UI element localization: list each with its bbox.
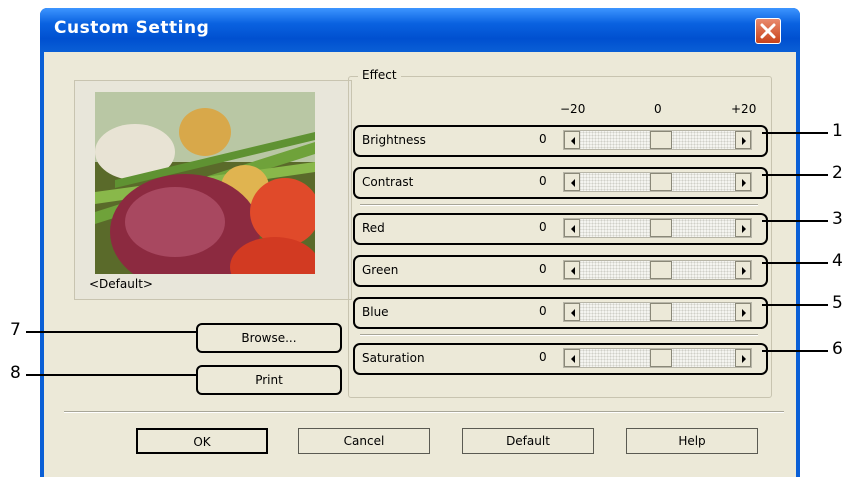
slider-thumb[interactable] (650, 219, 672, 237)
callout-6: 6 (832, 339, 843, 359)
arrow-left-icon (571, 225, 575, 233)
scale-max-label: +20 (731, 102, 757, 116)
callout-line-8 (26, 374, 196, 376)
slider-thumb[interactable] (650, 173, 672, 191)
slider-label: Saturation (362, 351, 425, 365)
help-button[interactable]: Help (626, 428, 758, 454)
slider-label: Blue (362, 305, 389, 319)
green-row: Green 0 (353, 255, 768, 287)
green-slider[interactable] (563, 260, 752, 280)
slider-value: 0 (539, 174, 547, 188)
slider-value: 0 (539, 132, 547, 146)
separator (360, 204, 758, 206)
callout-line-6 (762, 350, 828, 352)
arrow-left-icon (571, 137, 575, 145)
contrast-slider[interactable] (563, 172, 752, 192)
scale-mid-label: 0 (654, 102, 662, 116)
slider-value: 0 (539, 220, 547, 234)
callout-line-1 (762, 132, 828, 134)
callout-line-5 (762, 304, 828, 306)
slider-right-button[interactable] (735, 349, 751, 367)
cancel-button[interactable]: Cancel (298, 428, 430, 454)
slider-value: 0 (539, 350, 547, 364)
callout-2: 2 (832, 163, 843, 183)
brightness-row: Brightness 0 (353, 125, 768, 157)
custom-setting-window: Custom Setting <Default> Effect −20 0 +2… (40, 8, 800, 477)
slider-right-button[interactable] (735, 303, 751, 321)
saturation-row: Saturation 0 (353, 343, 768, 375)
window-title: Custom Setting (54, 18, 210, 38)
slider-left-button[interactable] (564, 303, 580, 321)
red-row: Red 0 (353, 213, 768, 245)
preview-panel: <Default> (74, 80, 352, 300)
slider-thumb[interactable] (650, 303, 672, 321)
contrast-row: Contrast 0 (353, 167, 768, 199)
brightness-slider[interactable] (563, 130, 752, 150)
arrow-right-icon (742, 355, 746, 363)
arrow-left-icon (571, 355, 575, 363)
callout-1: 1 (832, 121, 843, 141)
callout-line-4 (762, 262, 828, 264)
slider-label: Green (362, 263, 399, 277)
slider-left-button[interactable] (564, 173, 580, 191)
callout-5: 5 (832, 293, 843, 313)
callout-8: 8 (10, 363, 21, 383)
scale-min-label: −20 (560, 102, 586, 116)
slider-value: 0 (539, 262, 547, 276)
callout-3: 3 (832, 209, 843, 229)
slider-label: Red (362, 221, 385, 235)
slider-left-button[interactable] (564, 261, 580, 279)
separator (360, 334, 758, 336)
slider-left-button[interactable] (564, 219, 580, 237)
arrow-left-icon (571, 267, 575, 275)
slider-thumb[interactable] (650, 131, 672, 149)
effect-group-title: Effect (358, 68, 401, 82)
bottom-separator (64, 411, 784, 413)
arrow-right-icon (742, 225, 746, 233)
preview-image (95, 92, 315, 274)
dialog-client-area: <Default> Effect −20 0 +20 Brightness 0 … (44, 52, 796, 477)
callout-4: 4 (832, 251, 843, 271)
slider-right-button[interactable] (735, 173, 751, 191)
callout-line-3 (762, 220, 828, 222)
slider-right-button[interactable] (735, 261, 751, 279)
print-button[interactable]: Print (196, 365, 342, 395)
saturation-slider[interactable] (563, 348, 752, 368)
ok-button[interactable]: OK (136, 428, 268, 454)
arrow-left-icon (571, 309, 575, 317)
red-slider[interactable] (563, 218, 752, 238)
close-icon (760, 23, 776, 39)
callout-7: 7 (10, 320, 21, 340)
arrow-left-icon (571, 179, 575, 187)
callout-line-2 (762, 174, 828, 176)
blue-row: Blue 0 (353, 297, 768, 329)
slider-right-button[interactable] (735, 131, 751, 149)
default-button[interactable]: Default (462, 428, 594, 454)
slider-left-button[interactable] (564, 131, 580, 149)
arrow-right-icon (742, 309, 746, 317)
callout-line-7 (26, 331, 196, 333)
slider-label: Brightness (362, 133, 426, 147)
close-button[interactable] (755, 18, 781, 44)
arrow-right-icon (742, 137, 746, 145)
arrow-right-icon (742, 179, 746, 187)
title-bar[interactable]: Custom Setting (40, 8, 800, 52)
slider-thumb[interactable] (650, 349, 672, 367)
slider-value: 0 (539, 304, 547, 318)
arrow-right-icon (742, 267, 746, 275)
browse-button[interactable]: Browse... (196, 323, 342, 353)
preview-caption: <Default> (89, 277, 153, 291)
slider-left-button[interactable] (564, 349, 580, 367)
slider-thumb[interactable] (650, 261, 672, 279)
slider-label: Contrast (362, 175, 414, 189)
blue-slider[interactable] (563, 302, 752, 322)
slider-right-button[interactable] (735, 219, 751, 237)
